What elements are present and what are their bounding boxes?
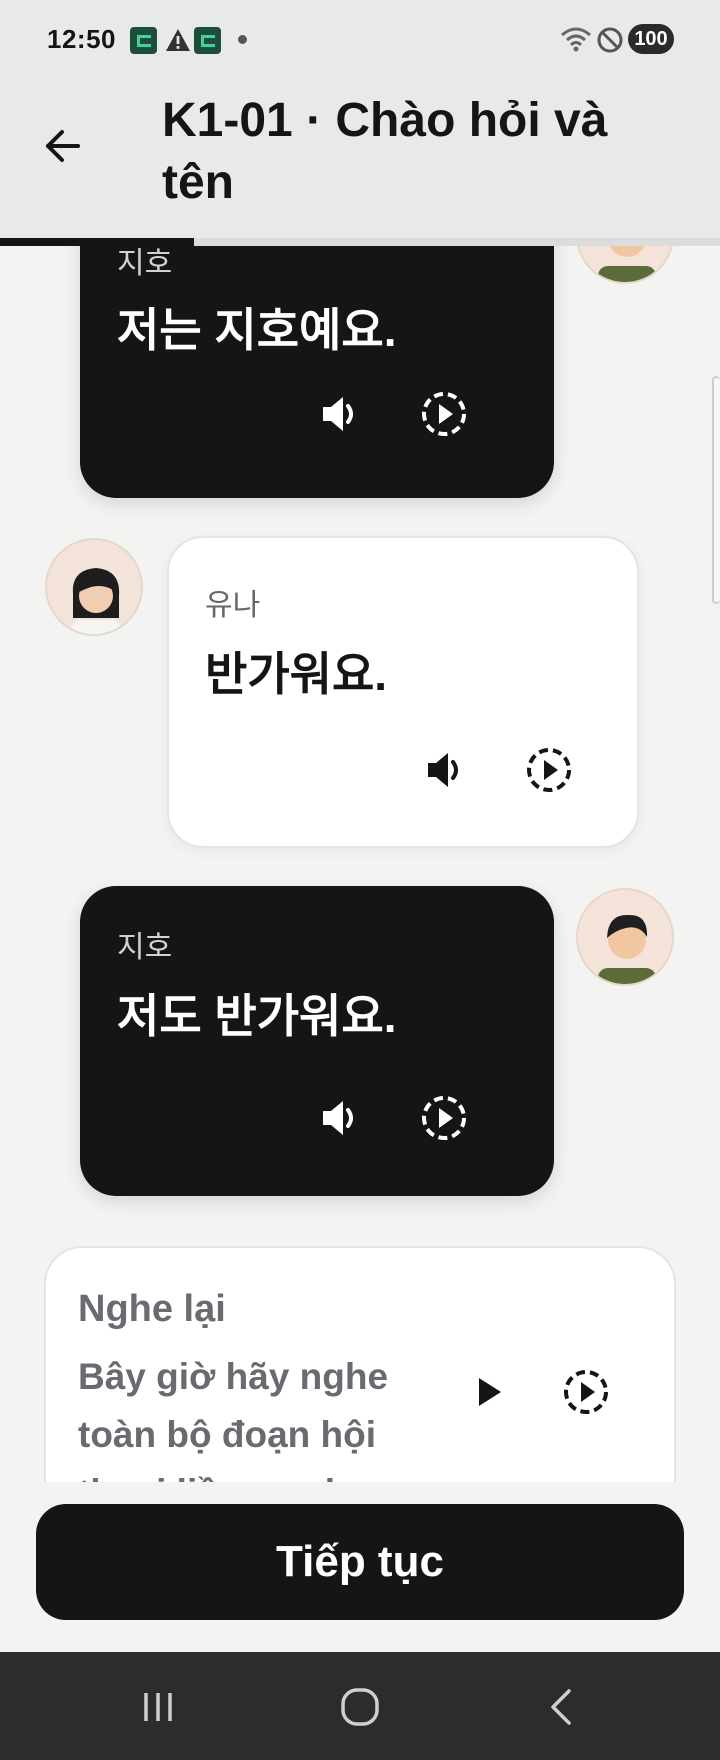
lesson-progress-fill: [0, 238, 195, 246]
status-time: 12:50: [47, 24, 116, 54]
header: 12:50 100 K1-01 · Chào hỏi và tên: [0, 0, 720, 246]
warning-icon: [166, 29, 190, 51]
play-audio-button[interactable]: [312, 386, 368, 442]
message-text: 저도 반가워요.: [117, 990, 397, 1042]
continue-button[interactable]: Tiếp tục: [36, 1504, 684, 1620]
home-button[interactable]: [330, 1682, 390, 1732]
slow-play-icon: [564, 1370, 608, 1414]
more-dot-icon: [238, 35, 247, 44]
slow-play-icon: [422, 1096, 466, 1140]
message-text: 저는 지호예요.: [117, 304, 397, 356]
wifi-icon: [561, 27, 591, 52]
lesson-progress-bar: [0, 238, 720, 246]
message-bubble: 유나 반가워요.: [167, 536, 639, 848]
dialogue-list: 지호 저는 지호예요. 유나 반가워요. 지호 저도 반가워요. Nghe lạ…: [0, 246, 720, 1482]
play-all-button[interactable]: [460, 1364, 516, 1420]
slow-play-icon: [527, 748, 571, 792]
play-audio-button[interactable]: [312, 1090, 368, 1146]
speaker-name: 유나: [205, 589, 261, 622]
recap-line: thoại liền mạch.: [78, 1464, 418, 1482]
status-bar: 12:50 100: [0, 0, 720, 80]
listen-again-card: Nghe lại Bây giờ hãy nghe toàn bộ đoạn h…: [44, 1246, 676, 1482]
system-nav-bar: [0, 1652, 720, 1760]
speaker-icon: [428, 753, 458, 787]
home-icon: [341, 1688, 379, 1726]
arrow-left-icon: [46, 130, 80, 162]
slow-play-button[interactable]: [416, 1090, 472, 1146]
recap-line: Bây giờ hãy nghe: [78, 1356, 389, 1397]
app-notification-icon: [130, 27, 157, 54]
screen: 12:50 100 K1-01 · Chào hỏi và tên 지호 저는 …: [0, 0, 720, 1760]
speaker-name: 지호: [117, 931, 173, 964]
jiho-avatar: [576, 246, 674, 284]
yuna-avatar: [45, 538, 143, 636]
message-bubble: 지호 저도 반가워요.: [80, 886, 554, 1196]
slow-play-button[interactable]: [416, 386, 472, 442]
scroll-indicator[interactable]: [712, 376, 720, 604]
slow-play-all-button[interactable]: [558, 1364, 614, 1420]
recap-title: Nghe lại: [78, 1288, 226, 1330]
message-bubble: 지호 저는 지호예요.: [80, 246, 554, 498]
avatar-illustration: [598, 914, 656, 984]
speaker-icon: [323, 1101, 353, 1135]
jiho-avatar: [576, 888, 674, 986]
system-back-button[interactable]: [532, 1682, 592, 1732]
speaker-icon: [323, 397, 353, 431]
slow-play-icon: [422, 392, 466, 436]
app-bar: K1-01 · Chào hỏi và tên: [0, 80, 720, 240]
app-notification-icon: [194, 27, 221, 54]
recent-apps-icon: [144, 1693, 172, 1721]
recent-apps-button[interactable]: [128, 1682, 188, 1732]
do-not-disturb-icon: [597, 27, 623, 53]
slow-play-button[interactable]: [521, 742, 577, 798]
avatar-illustration: [71, 568, 121, 634]
recap-description: Bây giờ hãy nghe toàn bộ đoạn hội thoại …: [78, 1348, 418, 1482]
play-audio-button[interactable]: [417, 742, 473, 798]
back-button[interactable]: [36, 120, 88, 172]
back-icon: [551, 1689, 571, 1725]
speaker-name: 지호: [117, 247, 173, 280]
message-text: 반가워요.: [205, 648, 388, 700]
battery-icon: 100: [628, 24, 674, 54]
recap-line: toàn bộ đoạn hội: [78, 1414, 377, 1455]
avatar-illustration: [598, 246, 656, 282]
page-title: K1-01 · Chào hỏi và tên: [162, 94, 608, 209]
play-icon: [479, 1378, 501, 1406]
